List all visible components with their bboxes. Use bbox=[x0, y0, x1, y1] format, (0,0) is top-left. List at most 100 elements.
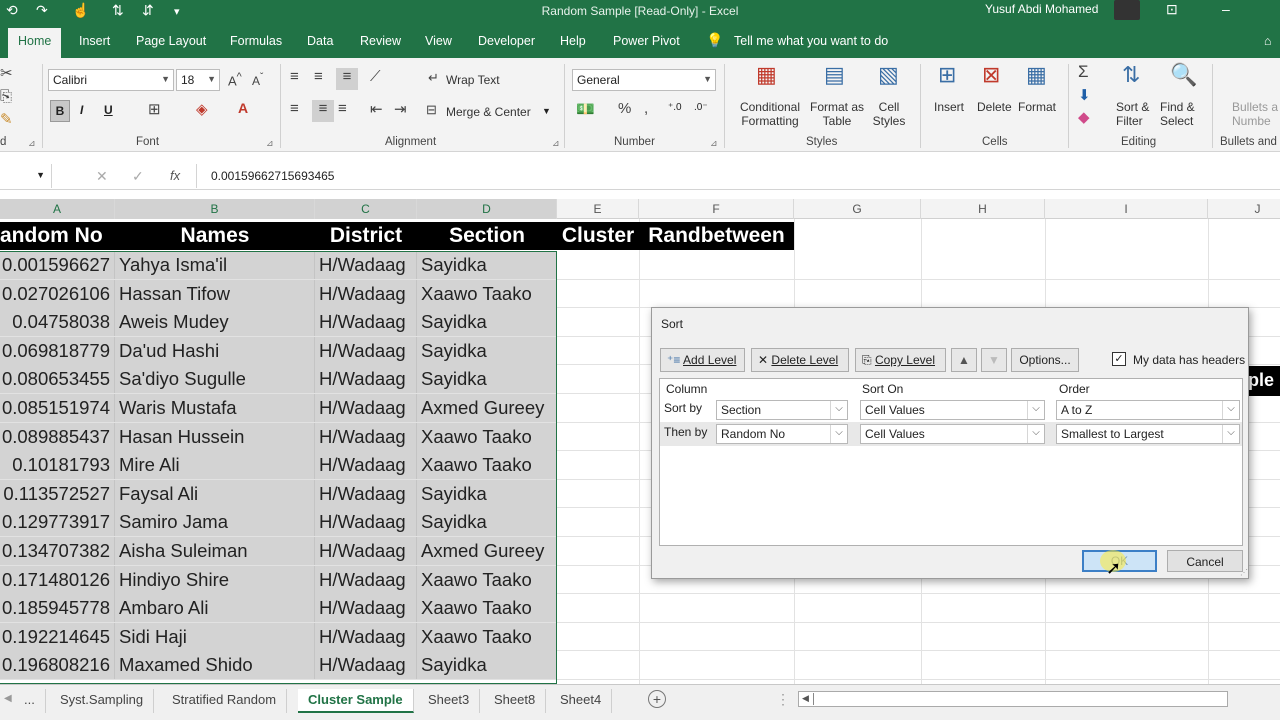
header-random-no[interactable]: andom No bbox=[0, 222, 115, 250]
font-size-combo[interactable]: 18 ▼ bbox=[176, 69, 220, 91]
format-painter-icon[interactable]: ✎ bbox=[0, 110, 13, 128]
wrap-text-icon[interactable]: ↵ bbox=[428, 70, 439, 86]
header-randbetween[interactable]: Randbetween bbox=[639, 222, 794, 250]
grow-font-icon[interactable]: A^ bbox=[228, 71, 242, 88]
prev-sheet-icon[interactable]: ◀ bbox=[4, 693, 12, 704]
number-format-combo[interactable]: General ▼ bbox=[572, 69, 716, 91]
district-cell[interactable]: H/Wadaag bbox=[315, 365, 417, 394]
random-no-cell[interactable]: 0.001596627 bbox=[0, 251, 115, 279]
district-cell[interactable]: H/Wadaag bbox=[315, 651, 417, 680]
random-no-cell[interactable]: 0.129773917 bbox=[0, 508, 115, 537]
insert-cells-button[interactable]: Insert bbox=[934, 100, 964, 114]
wrap-text-button[interactable]: Wrap Text bbox=[446, 73, 500, 87]
section-cell[interactable]: Axmed Gureey bbox=[417, 394, 557, 422]
name-cell[interactable]: Samiro Jama bbox=[115, 508, 315, 537]
district-cell[interactable]: H/Wadaag bbox=[315, 479, 417, 508]
district-cell[interactable]: H/Wadaag bbox=[315, 394, 417, 422]
decrease-decimal-icon[interactable]: .0⁻ bbox=[694, 102, 708, 113]
borders-icon[interactable]: ⊞ bbox=[148, 100, 161, 118]
section-cell[interactable]: Sayidka bbox=[417, 308, 557, 337]
resize-grip-icon[interactable]: ⋰ bbox=[1240, 568, 1248, 577]
district-cell[interactable]: H/Wadaag bbox=[315, 279, 417, 308]
sheet-splitter-icon[interactable]: ⋮ bbox=[776, 691, 790, 708]
district-cell[interactable]: H/Wadaag bbox=[315, 508, 417, 537]
name-cell[interactable]: Mire Ali bbox=[115, 451, 315, 480]
column-header-b[interactable]: B bbox=[115, 199, 315, 219]
confirm-entry-icon[interactable]: ✓ bbox=[132, 168, 144, 185]
delete-cells-button[interactable]: Delete bbox=[977, 100, 1012, 114]
options-button[interactable]: Options... bbox=[1011, 348, 1079, 372]
add-sheet-icon[interactable]: + bbox=[648, 690, 666, 708]
sheet-tab-more[interactable]: ... bbox=[14, 689, 46, 713]
find-select-icon[interactable]: 🔍 bbox=[1170, 62, 1197, 88]
random-no-cell[interactable]: 0.080653455 bbox=[0, 365, 115, 394]
sort-column-select[interactable]: Section ⌵ bbox=[716, 400, 848, 420]
increase-indent-icon[interactable]: ⇥ bbox=[394, 100, 407, 118]
section-cell[interactable]: Xaawo Taako bbox=[417, 622, 557, 651]
sheet-tab-sheet4[interactable]: Sheet4 bbox=[550, 689, 613, 713]
section-cell[interactable]: Sayidka bbox=[417, 508, 557, 537]
fill-icon[interactable]: ⬇ bbox=[1078, 86, 1091, 104]
formula-input[interactable]: 0.00159662715693465 bbox=[196, 164, 1280, 188]
format-cells-icon[interactable]: ▦ bbox=[1026, 62, 1047, 88]
clipboard-launcher-icon[interactable]: ⊿ bbox=[28, 138, 36, 149]
name-cell[interactable]: Aweis Mudey bbox=[115, 308, 315, 337]
number-launcher-icon[interactable]: ⊿ bbox=[710, 138, 718, 149]
format-as-table-icon[interactable]: ▤ bbox=[824, 62, 845, 88]
tab-developer[interactable]: Developer bbox=[478, 34, 535, 48]
delete-cells-icon[interactable]: ⊠ bbox=[982, 62, 1000, 88]
cell-styles-button[interactable]: Cell Styles bbox=[866, 100, 912, 128]
cell-styles-icon[interactable]: ▧ bbox=[878, 62, 899, 88]
headers-checkbox[interactable]: ✓ bbox=[1112, 352, 1126, 366]
section-cell[interactable]: Sayidka bbox=[417, 479, 557, 508]
section-cell[interactable]: Axmed Gureey bbox=[417, 537, 557, 565]
share-icon[interactable]: ⌂ bbox=[1264, 34, 1272, 48]
insert-cells-icon[interactable]: ⊞ bbox=[938, 62, 956, 88]
horizontal-scrollbar[interactable]: ◀ bbox=[798, 691, 1228, 707]
sort-on-select[interactable]: Cell Values ⌵ bbox=[860, 400, 1045, 420]
district-cell[interactable]: H/Wadaag bbox=[315, 565, 417, 594]
add-level-button[interactable]: ⁺≡ Add Level bbox=[660, 348, 745, 372]
delete-level-button[interactable]: ✕ Delete Level bbox=[751, 348, 849, 372]
random-no-cell[interactable]: 0.04758038 bbox=[0, 308, 115, 337]
align-left-icon[interactable]: ≡ bbox=[290, 100, 299, 117]
header-names[interactable]: Names bbox=[115, 222, 315, 250]
sort-order-select[interactable]: A to Z ⌵ bbox=[1056, 400, 1240, 420]
name-cell[interactable]: Sidi Haji bbox=[115, 622, 315, 651]
tab-review[interactable]: Review bbox=[360, 34, 401, 48]
column-header-f[interactable]: F bbox=[639, 199, 794, 219]
column-header-g[interactable]: G bbox=[794, 199, 921, 219]
cut-icon[interactable]: ✂ bbox=[0, 64, 13, 82]
district-cell[interactable]: H/Wadaag bbox=[315, 451, 417, 480]
alignment-launcher-icon[interactable]: ⊿ bbox=[552, 138, 560, 149]
merge-dropdown-icon[interactable]: ▼ bbox=[542, 106, 551, 116]
font-color-icon[interactable]: A bbox=[238, 100, 248, 116]
name-cell[interactable]: Da'ud Hashi bbox=[115, 336, 315, 365]
tab-home[interactable]: Home bbox=[8, 28, 62, 58]
name-box[interactable]: ▼ bbox=[0, 164, 52, 188]
random-no-cell[interactable]: 0.10181793 bbox=[0, 451, 115, 480]
name-cell[interactable]: Yahya Isma'il bbox=[115, 251, 315, 279]
sort-order-select[interactable]: Smallest to Largest ⌵ bbox=[1056, 424, 1240, 444]
conditional-formatting-button[interactable]: Conditional Formatting bbox=[738, 100, 802, 128]
random-no-cell[interactable]: 0.113572527 bbox=[0, 479, 115, 508]
bullets-button[interactable]: Bullets a Numbe bbox=[1232, 100, 1278, 128]
header-district[interactable]: District bbox=[315, 222, 417, 250]
sheet-tab-syst-sampling[interactable]: Syst.Sampling bbox=[50, 689, 155, 713]
ribbon-display-icon[interactable]: ⊡ bbox=[1166, 1, 1178, 18]
fill-color-icon[interactable]: ◈ bbox=[196, 100, 208, 118]
random-no-cell[interactable]: 0.027026106 bbox=[0, 279, 115, 308]
sheet-tab-sheet3[interactable]: Sheet3 bbox=[418, 689, 481, 713]
tab-page-layout[interactable]: Page Layout bbox=[136, 34, 206, 48]
sheet-tab-cluster-sample[interactable]: Cluster Sample bbox=[298, 689, 414, 713]
move-up-button[interactable]: ▲ bbox=[951, 348, 977, 372]
tab-power-pivot[interactable]: Power Pivot bbox=[613, 34, 680, 48]
name-cell[interactable]: Hassan Tifow bbox=[115, 279, 315, 308]
column-header-h[interactable]: H bbox=[921, 199, 1045, 219]
district-cell[interactable]: H/Wadaag bbox=[315, 308, 417, 337]
sort-column-select[interactable]: Random No ⌵ bbox=[716, 424, 848, 444]
random-no-cell[interactable]: 0.185945778 bbox=[0, 594, 115, 623]
align-middle-icon[interactable]: ≡ bbox=[314, 68, 323, 85]
random-no-cell[interactable]: 0.196808216 bbox=[0, 651, 115, 680]
sort-filter-icon[interactable]: ⇅ bbox=[1122, 62, 1140, 88]
